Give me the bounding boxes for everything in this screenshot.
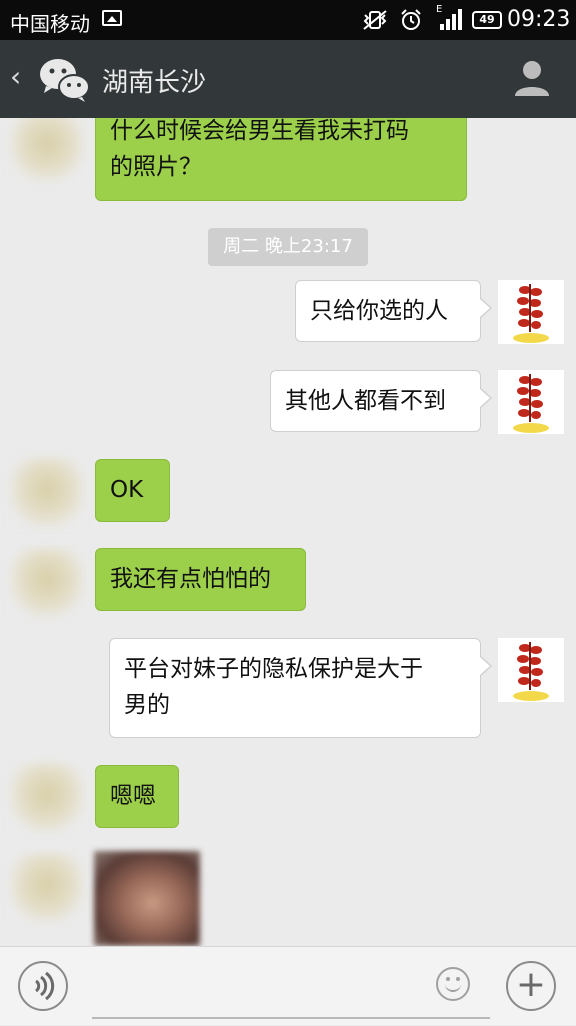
emoji-icon[interactable]: [436, 967, 470, 1001]
message-bubble-incoming[interactable]: 什么时候会给男生看我未打码 的照片？: [95, 118, 467, 201]
plus-icon[interactable]: +: [506, 961, 556, 1011]
contact-avatar[interactable]: [10, 548, 84, 618]
message-bubble-outgoing[interactable]: 只给你选的人: [295, 280, 492, 342]
status-bar: 中国移动 E 49 09:23: [0, 0, 576, 40]
message-bubble-outgoing[interactable]: 平台对妹子的隐私保护是大于 男的: [109, 638, 492, 738]
message-photo[interactable]: [94, 851, 200, 946]
message-text: OK: [110, 477, 144, 503]
message-text: 嗯嗯: [110, 783, 156, 809]
gallery-icon: [102, 10, 122, 26]
contact-avatar[interactable]: [10, 458, 84, 528]
message-text: 男的: [124, 692, 170, 718]
timestamp-label: 周二 晚上23:17: [208, 228, 368, 266]
back-chevron-icon[interactable]: ‹: [10, 60, 21, 93]
message-text: 什么时候会给男生看我未打码: [110, 118, 409, 144]
voice-icon[interactable]: [18, 961, 68, 1011]
contact-avatar[interactable]: [10, 853, 84, 923]
message-text: 的照片？: [110, 154, 202, 180]
message-bubble-outgoing[interactable]: 其他人都看不到: [270, 370, 492, 432]
chat-title: 湖南长沙: [102, 68, 207, 98]
chat-header: ‹ 湖南长沙: [0, 40, 576, 118]
signal-icon: [440, 8, 464, 30]
vibrate-off-icon: [363, 10, 387, 30]
message-bubble-incoming[interactable]: OK: [95, 459, 170, 522]
contact-avatar[interactable]: [10, 763, 84, 833]
wechat-logo-icon[interactable]: [38, 54, 92, 104]
message-text: 平台对妹子的隐私保护是大于: [124, 656, 423, 682]
contact-avatar[interactable]: [10, 118, 84, 182]
input-bar: +: [0, 946, 576, 1025]
battery-icon: 49: [472, 11, 502, 29]
user-avatar[interactable]: [498, 638, 564, 702]
user-avatar[interactable]: [498, 370, 564, 434]
carrier-name: 中国移动: [10, 12, 90, 36]
message-text: 其他人都看不到: [285, 388, 446, 414]
status-time: 09:23: [507, 7, 571, 32]
message-bubble-incoming[interactable]: 嗯嗯: [95, 765, 179, 828]
message-text: 只给你选的人: [310, 298, 448, 324]
profile-icon[interactable]: [512, 58, 552, 98]
message-bubble-incoming[interactable]: 我还有点怕怕的: [95, 548, 306, 611]
alarm-icon: [401, 9, 421, 30]
message-text: 我还有点怕怕的: [110, 566, 271, 592]
message-input[interactable]: [92, 959, 490, 1019]
user-avatar[interactable]: [498, 280, 564, 344]
message-list[interactable]: 什么时候会给男生看我未打码 的照片？ 周二 晚上23:17 只给你选的人 其他人…: [0, 118, 576, 946]
